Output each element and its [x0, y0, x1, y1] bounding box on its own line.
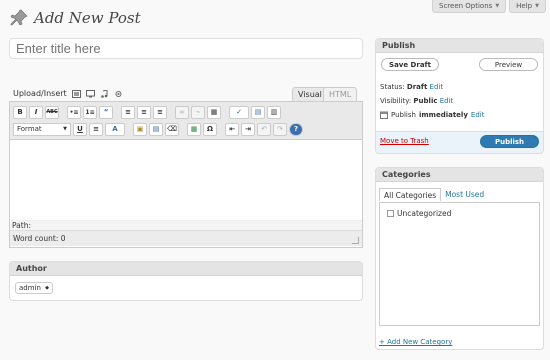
caret-down-icon: ▼ [495, 3, 500, 9]
editor-toolbar: B I ABC •≡ 1≡ “ ≡ ≡ ≡ ∞ ⌁ ▦ ✓ ▤ ▥ Format… [10, 102, 362, 140]
insert-more-button[interactable]: ▦ [207, 105, 221, 119]
save-draft-button[interactable]: Save Draft [381, 58, 439, 71]
author-box-title: Author [10, 262, 362, 276]
category-checkbox[interactable] [387, 210, 394, 217]
add-media-icon[interactable] [114, 90, 123, 98]
align-right-button[interactable]: ≡ [153, 105, 167, 119]
category-item[interactable]: Uncategorized [387, 209, 451, 218]
outdent-button[interactable]: ⇤ [225, 122, 239, 136]
edit-status-link[interactable]: Edit [430, 83, 444, 91]
publish-time-value: immediately [418, 111, 468, 119]
redo-button[interactable]: ↷ [273, 122, 287, 136]
bold-button[interactable]: B [13, 105, 27, 119]
help-label: Help [516, 2, 533, 10]
status-label: Status: [380, 83, 405, 91]
tab-html[interactable]: HTML [323, 87, 358, 101]
upload-insert-bar: Upload/Insert [13, 89, 123, 98]
help-icon[interactable]: ? [289, 122, 303, 136]
add-image-icon[interactable] [71, 89, 81, 98]
undo-button[interactable]: ↶ [257, 122, 271, 136]
spellcheck-button[interactable]: ✓ [229, 105, 249, 119]
visibility-label: Visibility: [380, 97, 412, 105]
author-box: Author admin ◆ [9, 261, 363, 301]
fullscreen-button[interactable]: ▤ [251, 105, 265, 119]
toolbar-row-2: Format ▼ U ≡ A ▣ ▤ ⌫ ▦ Ω ⇤ ⇥ ↶ ↷ ? [13, 122, 359, 136]
numbered-list-button[interactable]: 1≡ [83, 105, 97, 119]
paste-word-button[interactable]: ▤ [149, 122, 163, 136]
top-buttons: Screen Options ▼ Help ▼ [432, 0, 546, 13]
add-video-icon[interactable] [85, 89, 95, 98]
publish-button[interactable]: Publish [480, 135, 539, 148]
toolbar-row-1: B I ABC •≡ 1≡ “ ≡ ≡ ≡ ∞ ⌁ ▦ ✓ ▤ ▥ [13, 105, 359, 119]
category-label: Uncategorized [397, 209, 452, 218]
preview-button[interactable]: Preview [479, 58, 538, 71]
kitchen-sink-button[interactable]: ▥ [267, 105, 281, 119]
move-to-trash-link[interactable]: Move to Trash [380, 137, 429, 145]
resize-handle[interactable] [352, 237, 359, 244]
format-select[interactable]: Format ▼ [13, 122, 71, 136]
strikethrough-button[interactable]: ABC [45, 105, 59, 119]
upload-insert-label: Upload/Insert [13, 89, 67, 98]
align-center-button[interactable]: ≡ [137, 105, 151, 119]
format-select-label: Format [17, 125, 42, 133]
schedule-row: Publish immediately Edit [380, 111, 484, 119]
indent-button[interactable]: ⇥ [241, 122, 255, 136]
add-new-category-link[interactable]: + Add New Category [379, 338, 452, 346]
caret-down-icon: ▼ [535, 3, 539, 9]
help-button[interactable]: Help ▼ [509, 0, 546, 13]
paste-text-button[interactable]: ▣ [133, 122, 147, 136]
categories-box-title: Categories [376, 168, 543, 182]
category-tabs: All Categories Most Used [379, 188, 488, 201]
visibility-row: Visibility: Public Edit [380, 97, 453, 105]
publish-label: Publish [391, 111, 416, 119]
special-character-button[interactable]: Ω [203, 122, 217, 136]
underline-button[interactable]: U [73, 122, 87, 136]
status-value: Draft [406, 83, 428, 91]
editor-content-area[interactable] [10, 140, 362, 220]
insert-link-button[interactable]: ∞ [175, 105, 189, 119]
screen-options-label: Screen Options [439, 2, 493, 10]
edit-visibility-link[interactable]: Edit [440, 97, 454, 105]
pushpin-icon [10, 9, 28, 26]
publish-box: Publish Save Draft Preview Status: Draft… [375, 38, 544, 154]
justify-button[interactable]: ≡ [89, 122, 103, 136]
page-header: Add New Post [10, 9, 141, 27]
author-select-value: admin [19, 284, 41, 292]
page-title: Add New Post [34, 9, 141, 27]
visibility-value: Public [413, 97, 438, 105]
remove-format-button[interactable]: ⌫ [165, 122, 179, 136]
author-select[interactable]: admin ◆ [15, 282, 53, 294]
tab-all-categories[interactable]: All Categories [379, 188, 442, 201]
text-color-button[interactable]: A [105, 122, 125, 136]
status-row: Status: Draft Edit [380, 83, 443, 91]
bullet-list-button[interactable]: •≡ [67, 105, 81, 119]
insert-media-button[interactable]: ▦ [187, 122, 201, 136]
chevron-down-icon: ▼ [63, 126, 67, 132]
word-count: Word count: 0 [13, 234, 66, 243]
add-audio-icon[interactable] [100, 89, 109, 98]
publish-actions: Move to Trash Publish [376, 131, 543, 153]
word-count-bar: Word count: 0 [10, 230, 362, 246]
updown-icon: ◆ [45, 285, 49, 291]
editor-path: Path: [10, 220, 362, 230]
calendar-icon [380, 111, 388, 119]
italic-button[interactable]: I [29, 105, 43, 119]
blockquote-button[interactable]: “ [99, 105, 113, 119]
screen-options-button[interactable]: Screen Options ▼ [432, 0, 507, 13]
align-left-button[interactable]: ≡ [121, 105, 135, 119]
post-editor: B I ABC •≡ 1≡ “ ≡ ≡ ≡ ∞ ⌁ ▦ ✓ ▤ ▥ Format… [9, 101, 363, 248]
unlink-button[interactable]: ⌁ [191, 105, 205, 119]
tab-most-used[interactable]: Most Used [441, 188, 488, 201]
post-title-input[interactable] [9, 38, 363, 59]
publish-box-title: Publish [376, 39, 543, 53]
category-list: Uncategorized [379, 202, 540, 326]
categories-box: Categories All Categories Most Used Unca… [375, 167, 544, 350]
edit-schedule-link[interactable]: Edit [471, 111, 485, 119]
